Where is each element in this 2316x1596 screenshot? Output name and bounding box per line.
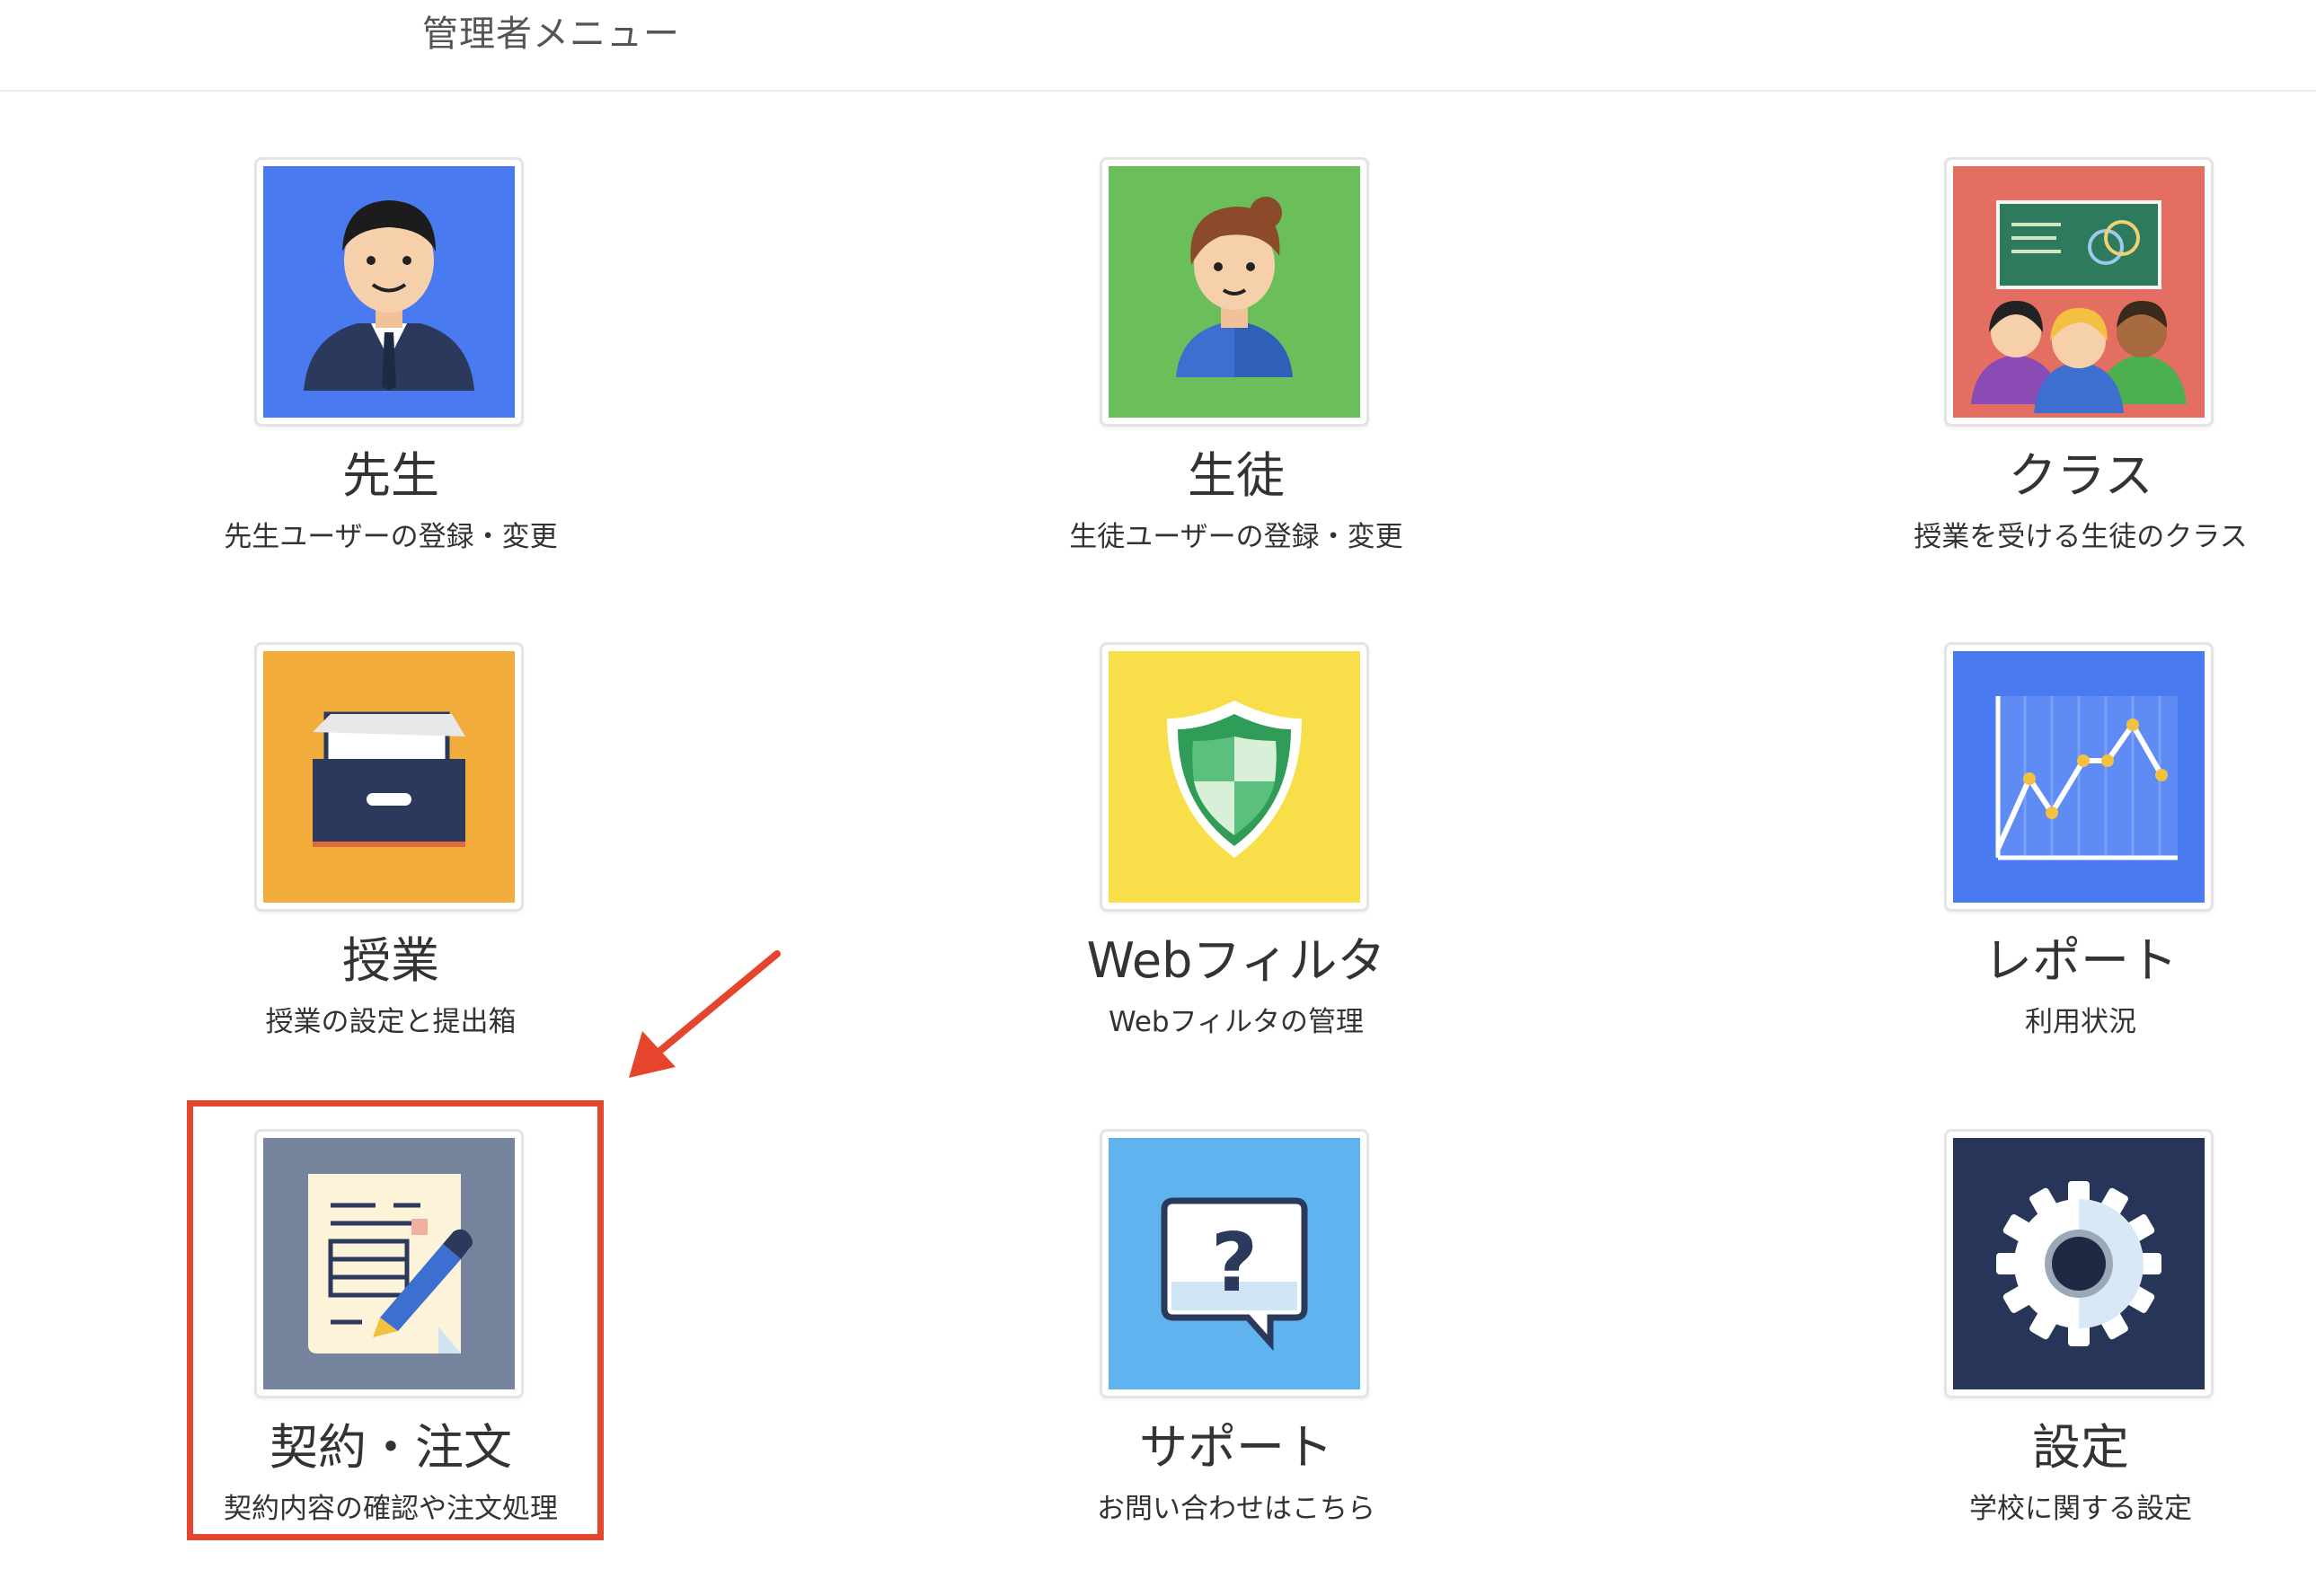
menu-tile-student[interactable]: 生徒 生徒ユーザーの登録・変更	[967, 157, 1506, 624]
drawer-icon	[263, 651, 515, 903]
menu-tile-settings[interactable]: 設定 学校に関する設定	[1811, 1129, 2316, 1596]
tile-title: 設定	[2032, 1419, 2129, 1476]
tile-icon-frame	[1100, 642, 1369, 912]
tile-description: お問い合わせはこちら	[1097, 1493, 1375, 1525]
tile-title: クラス	[2008, 447, 2153, 504]
menu-tile-teacher[interactable]: 先生 先生ユーザーの登録・変更	[121, 157, 660, 624]
tile-title: サポート	[1139, 1419, 1333, 1476]
svg-text:?: ?	[1211, 1216, 1258, 1310]
tile-description: 先生ユーザーの登録・変更	[224, 521, 558, 553]
menu-tile-report[interactable]: レポート 利用状況	[1811, 642, 2316, 1109]
tile-description: 授業の設定と提出箱	[265, 1006, 517, 1038]
menu-tile-web-filter[interactable]: Webフィルタ Webフィルタの管理	[967, 642, 1506, 1109]
shield-icon	[1109, 651, 1360, 903]
tile-icon-frame	[1100, 157, 1369, 427]
tile-description: 生徒ユーザーの登録・変更	[1069, 521, 1403, 553]
tile-description: 授業を受ける生徒のクラス	[1914, 521, 2248, 553]
tile-title: レポート	[1984, 932, 2178, 989]
tile-icon-frame	[1944, 1129, 2214, 1398]
page-title: 管理者メニュー	[422, 13, 680, 55]
annotation-arrow-icon	[629, 950, 781, 1078]
teacher-icon	[263, 166, 515, 418]
tile-icon-frame	[1944, 157, 2214, 427]
student-icon	[1109, 166, 1360, 418]
tile-title: 生徒	[1188, 447, 1285, 504]
tile-description: 利用状況	[2025, 1006, 2136, 1038]
tile-title: 先生	[342, 447, 439, 504]
tile-icon-frame	[254, 642, 524, 912]
tile-icon-frame	[254, 157, 524, 427]
highlight-box	[187, 1100, 604, 1540]
tile-description: Webフィルタの管理	[1109, 1006, 1364, 1038]
tile-icon-frame: ?	[1100, 1129, 1369, 1398]
chart-icon	[1953, 651, 2205, 903]
menu-tile-support[interactable]: ? サポート お問い合わせはこちら	[967, 1129, 1506, 1596]
tile-icon-frame	[1944, 642, 2214, 912]
question-bubble-icon: ?	[1109, 1138, 1360, 1389]
header-bar: 管理者メニュー	[0, 0, 2316, 92]
tile-title: 授業	[342, 932, 439, 989]
menu-tile-class[interactable]: クラス 授業を受ける生徒のクラス	[1811, 157, 2316, 624]
gear-icon	[1953, 1138, 2205, 1389]
tile-title: Webフィルタ	[1086, 932, 1386, 989]
class-icon	[1953, 166, 2205, 418]
menu-tile-lesson[interactable]: 授業 授業の設定と提出箱	[121, 642, 660, 1109]
tile-description: 学校に関する設定	[1969, 1493, 2192, 1525]
